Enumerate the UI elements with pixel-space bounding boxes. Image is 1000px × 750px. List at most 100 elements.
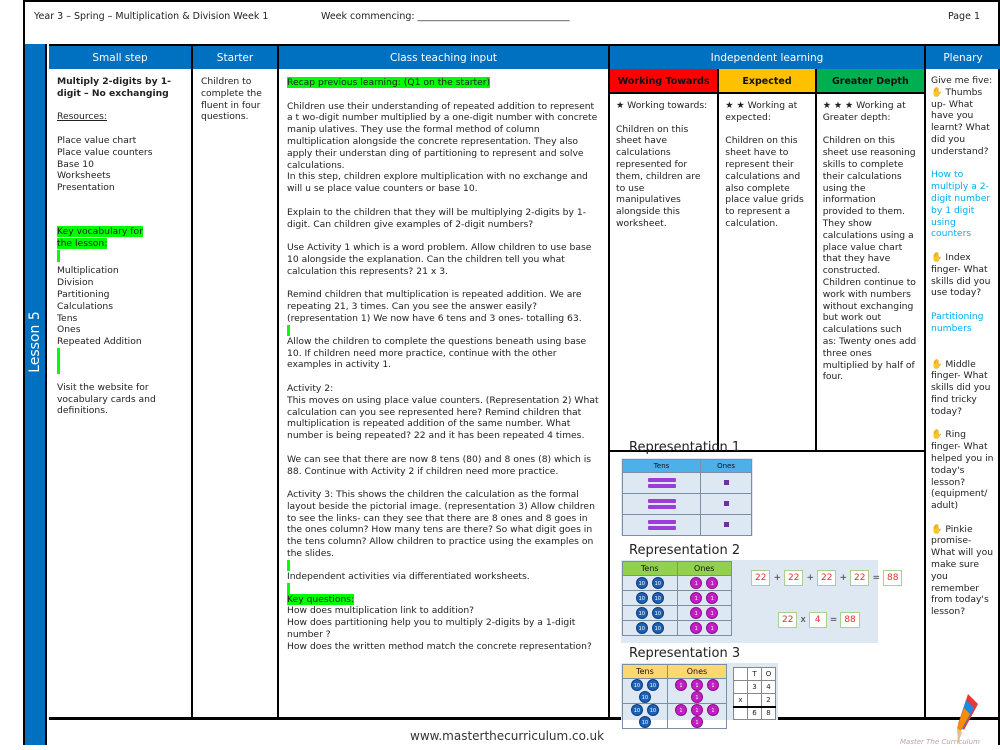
hand-icon: ✋ bbox=[931, 251, 943, 263]
ones-cell bbox=[700, 472, 752, 494]
operator: = bbox=[872, 573, 880, 583]
one-counter-icon: 1 bbox=[706, 679, 719, 691]
resource-item: Worksheets bbox=[57, 170, 111, 182]
rep3-row: 10 1010 1 1 11 bbox=[622, 678, 728, 704]
ones-cell: 1 1 11 bbox=[666, 678, 728, 704]
grid-cell: 2 bbox=[761, 693, 776, 707]
one-counter-icon: 1 bbox=[690, 691, 703, 703]
tens-cell: 10 10 bbox=[622, 575, 678, 591]
multiplication-equation: 22 x 4 = 88 bbox=[776, 612, 862, 628]
tens-cell: 10 10 bbox=[622, 590, 678, 606]
one-counter-icon: 1 bbox=[674, 704, 687, 716]
hand-icon: ✋ bbox=[931, 358, 943, 370]
small-step-title: Multiply 2-digits by 1-digit – No exchan… bbox=[57, 76, 171, 99]
level-expected: Expected bbox=[719, 69, 817, 94]
teaching-para: Explain to the children that they will b… bbox=[287, 206, 587, 230]
vocab-item: Division bbox=[57, 277, 94, 289]
plenary-item: ✋ Middle finger- What skills did you fin… bbox=[931, 359, 995, 418]
ones-cell: 11 bbox=[676, 590, 732, 606]
vocab-item: Tens bbox=[57, 312, 78, 324]
ten-counter-icon: 10 bbox=[638, 691, 651, 703]
base10-rod-icon bbox=[647, 499, 676, 503]
representation-1-title: Representation 1 bbox=[629, 440, 741, 455]
resources-label: Resources: bbox=[57, 111, 108, 123]
ten-counter-icon: 10 bbox=[651, 607, 664, 619]
representation-2-image: Tens Ones 10 10 1 1 10 10 1 1 10 10 1 1 10 10 1 1 22 +22… bbox=[621, 560, 903, 643]
vocab-item: Repeated Addition bbox=[57, 336, 142, 348]
ones-cell bbox=[700, 514, 752, 536]
rep1-header-ones: Ones bbox=[700, 459, 752, 473]
rep3-row: 10 1010 1 1 11 bbox=[622, 703, 728, 729]
ten-counter-icon: 10 bbox=[635, 592, 648, 604]
vocab-item: Partitioning bbox=[57, 288, 110, 300]
rep1-row bbox=[621, 493, 752, 515]
level-stars: ★ ★ Working at expected: bbox=[725, 100, 798, 123]
highlight-mark bbox=[287, 559, 290, 571]
page-number: Page 1 bbox=[947, 11, 980, 22]
rep3-header-ones: Ones bbox=[666, 664, 728, 679]
plenary-item: ✋ Pinkie promise- What will you make sur… bbox=[931, 524, 995, 618]
level-text: Children on this sheet have calculations… bbox=[616, 123, 701, 229]
level-working-towards: Working Towards bbox=[610, 69, 720, 94]
lesson-label: Lesson 5 bbox=[27, 311, 43, 373]
level-headers: Working Towards Expected Greater Depth bbox=[610, 69, 925, 94]
plenary-answer: How to multiply a 2-digit number by 1 di… bbox=[931, 169, 991, 240]
teaching-para: Activity 3: This shows the children the … bbox=[287, 489, 595, 560]
rep1-row bbox=[621, 472, 752, 494]
operator: + bbox=[773, 573, 781, 583]
operator: x bbox=[800, 615, 806, 625]
plenary-column: Plenary Give me five: ✋ Thumbs up- What … bbox=[926, 44, 1000, 717]
footer-website-link[interactable]: www.masterthecurriculum.co.uk bbox=[410, 729, 604, 743]
teaching-para: This moves on using place value counters… bbox=[287, 394, 599, 442]
representation-3-image: Tens Ones 10 1010 1 1 11 10 1010 1 1 11 TO34x268 bbox=[621, 663, 778, 729]
one-counter-icon: 1 bbox=[706, 592, 719, 604]
rep3-place-value-table: Tens Ones 10 1010 1 1 11 10 1010 1 1 11 bbox=[622, 664, 728, 729]
plenary-item: ✋ Ring finger- What helped you in today'… bbox=[931, 429, 995, 512]
activity-2-title: Activity 2: bbox=[287, 382, 334, 394]
base10-rod-icon bbox=[647, 526, 676, 530]
rep2-header-ones: Ones bbox=[676, 561, 732, 576]
vocab-list: Multiplication Division Partitioning Cal… bbox=[57, 265, 183, 348]
plenary-header: Plenary bbox=[926, 44, 1000, 69]
base10-rod-icon bbox=[647, 505, 676, 509]
teaching-para: Independent activities via differentiate… bbox=[287, 570, 530, 582]
ten-counter-icon: 10 bbox=[630, 679, 643, 691]
highlight-mark bbox=[287, 582, 290, 594]
one-counter-icon: 1 bbox=[674, 679, 687, 691]
rep2-row: 10 10 1 1 bbox=[622, 575, 732, 591]
grid-cell bbox=[733, 705, 748, 720]
column-method-grid: TO34x268 bbox=[733, 667, 776, 720]
base10-cube-icon bbox=[723, 501, 729, 506]
one-counter-icon: 1 bbox=[690, 716, 703, 728]
representation-3-title: Representation 3 bbox=[629, 646, 741, 661]
rep2-row: 10 10 1 1 bbox=[622, 605, 732, 621]
small-step-column: Small step Multiply 2-digits by 1-digit … bbox=[49, 44, 193, 717]
ten-counter-icon: 10 bbox=[630, 704, 643, 716]
base10-rod-icon bbox=[647, 478, 676, 482]
teaching-para: We can see that there are now 8 tens (80… bbox=[287, 453, 592, 477]
one-counter-icon: 1 bbox=[690, 607, 703, 619]
number-box: 22 bbox=[817, 570, 837, 586]
resource-item: Base 10 bbox=[57, 158, 94, 170]
teaching-cell: Recap previous learning: (Q1 on the star… bbox=[279, 69, 608, 660]
level-cell-expected: ★ ★ Working at expected: Children on thi… bbox=[719, 94, 817, 450]
representation-1-image: Tens Ones bbox=[621, 458, 753, 536]
level-cells: ★ Working towards: Children on this shee… bbox=[610, 94, 924, 452]
operator: = bbox=[829, 615, 838, 625]
rep1-rows bbox=[621, 472, 752, 536]
rep1-row bbox=[621, 514, 752, 536]
resource-item: Presentation bbox=[57, 182, 115, 194]
level-greater-depth: Greater Depth bbox=[816, 69, 925, 94]
grid-header-row: TO bbox=[733, 667, 776, 681]
small-step-cell: Multiply 2-digits by 1-digit – No exchan… bbox=[49, 69, 191, 436]
ten-counter-icon: 10 bbox=[635, 607, 648, 619]
one-counter-icon: 1 bbox=[706, 622, 719, 634]
ten-counter-icon: 10 bbox=[635, 622, 648, 634]
page-header: Year 3 – Spring – Multiplication & Divis… bbox=[25, 0, 998, 44]
resource-item: Place value chart bbox=[57, 134, 137, 146]
one-counter-icon: 1 bbox=[690, 622, 703, 634]
grid-cell: 3 bbox=[747, 680, 762, 694]
level-text: Children on this sheet have to represent… bbox=[725, 135, 804, 229]
one-counter-icon: 1 bbox=[706, 704, 719, 716]
tens-cell: 10 1010 bbox=[622, 703, 668, 729]
